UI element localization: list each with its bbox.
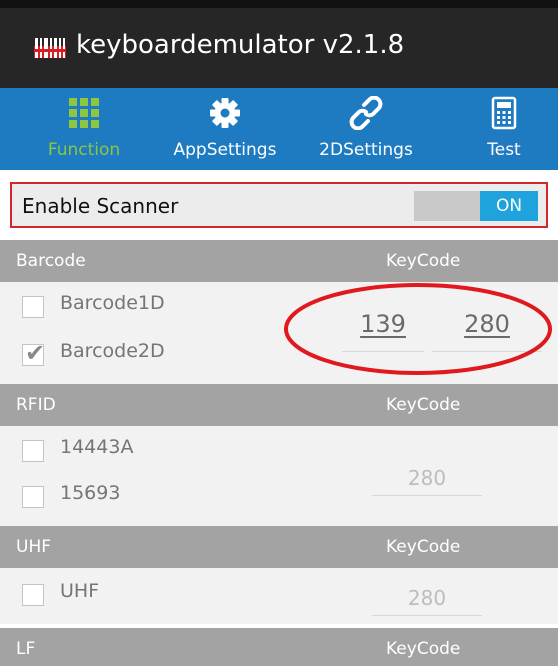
checkbox-label: 15693: [60, 482, 121, 504]
uhf-section: UHF 280: [0, 568, 558, 624]
rfid-keycode-field[interactable]: 280: [372, 466, 482, 496]
barcode-section: Barcode1D ✔ Barcode2D 139 280: [0, 282, 558, 384]
gear-icon: [210, 98, 240, 128]
barcode2d-checkbox[interactable]: ✔: [22, 339, 45, 367]
lf-section-header: LF KeyCode: [0, 628, 558, 666]
tab-appsettings[interactable]: AppSettings: [160, 88, 290, 170]
tab-bar: Function AppSettings 2DSettings Test: [0, 88, 558, 170]
toggle-state-label: ON: [480, 191, 538, 221]
enable-scanner-label: Enable Scanner: [22, 194, 179, 218]
section-title: LF: [16, 639, 36, 659]
keycode-header: KeyCode: [386, 251, 461, 271]
15693-checkbox[interactable]: [22, 486, 44, 508]
uhf-keycode-field[interactable]: 280: [372, 586, 482, 616]
section-title: RFID: [16, 395, 56, 415]
keycode-header: KeyCode: [386, 395, 461, 415]
uhf-section-header: UHF KeyCode: [0, 526, 558, 568]
tab-label: 2DSettings: [319, 140, 413, 160]
rfid-section: 14443A 15693 280: [0, 426, 558, 526]
rfid-section-header: RFID KeyCode: [0, 384, 558, 426]
tab-label: Test: [487, 140, 521, 160]
keycode-value: 280: [464, 310, 510, 338]
enable-scanner-toggle[interactable]: ON: [414, 191, 538, 221]
14443a-checkbox[interactable]: [22, 440, 44, 462]
section-title: UHF: [16, 537, 52, 557]
status-bar: [0, 0, 558, 8]
checkbox-label: Barcode1D: [60, 292, 165, 314]
enable-scanner-row: Enable Scanner ON: [10, 182, 548, 228]
uhf-checkbox[interactable]: [22, 584, 44, 606]
barcode-section-header: Barcode KeyCode: [0, 240, 558, 282]
section-title: Barcode: [16, 251, 86, 271]
checkbox-label: 14443A: [60, 436, 134, 458]
barcode1d-keycode-field[interactable]: 139: [342, 310, 424, 352]
keycode-value: 139: [360, 310, 406, 338]
barcode2d-keycode-field[interactable]: 280: [432, 310, 542, 352]
title-bar: keyboardemulator v2.1.8: [0, 0, 558, 88]
keycode-header: KeyCode: [386, 639, 461, 659]
check-icon: ✔: [25, 339, 46, 367]
keycode-value: 280: [407, 586, 447, 610]
tab-label: AppSettings: [173, 140, 277, 160]
grid-icon: [69, 98, 99, 128]
tab-label: Function: [47, 140, 121, 160]
checkbox-label: UHF: [60, 580, 100, 602]
tab-function[interactable]: Function: [30, 88, 138, 170]
tab-2dsettings[interactable]: 2DSettings: [308, 88, 424, 170]
calculator-icon: [491, 96, 517, 130]
link-icon: [349, 96, 383, 130]
keycode-header: KeyCode: [386, 537, 461, 557]
app-title: keyboardemulator v2.1.8: [76, 30, 405, 60]
tab-test[interactable]: Test: [464, 88, 544, 170]
checkbox-label: Barcode2D: [60, 340, 165, 362]
barcode-scanner-icon: [34, 38, 66, 58]
barcode1d-checkbox[interactable]: [22, 296, 44, 318]
keycode-value: 280: [407, 466, 447, 490]
